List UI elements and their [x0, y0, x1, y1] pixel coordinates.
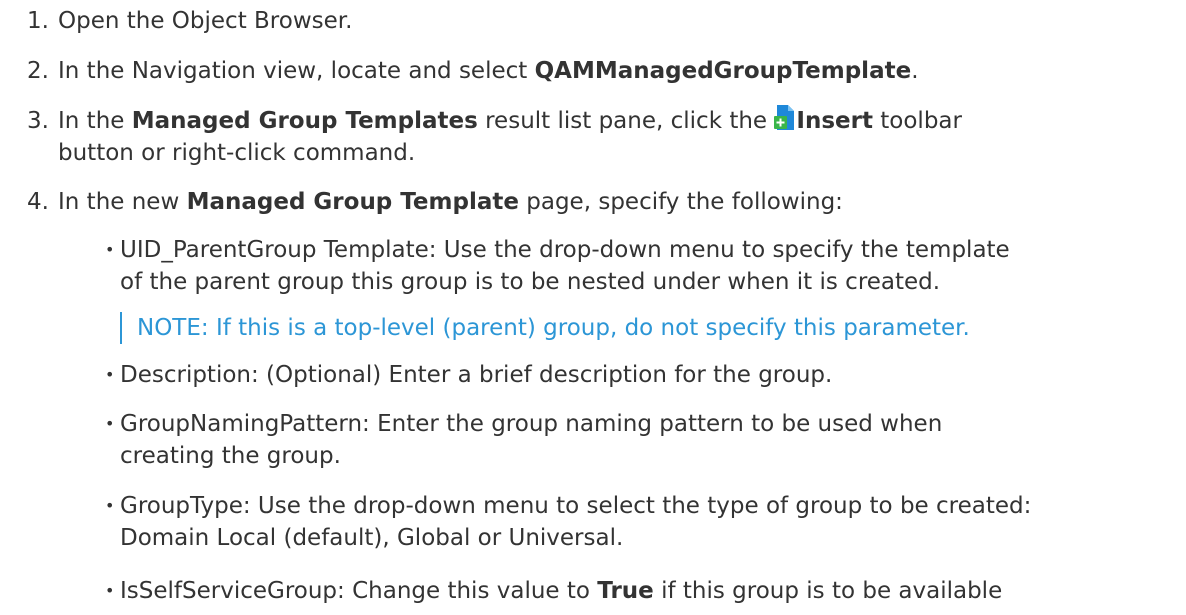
list-item-text: GroupType: Use the drop-down menu to sel… — [120, 493, 1032, 519]
note-text: If this is a top-level (parent) group, d… — [208, 315, 970, 341]
bullet-icon: • — [105, 496, 115, 515]
step-text: In the — [58, 108, 132, 134]
step-text: . — [911, 58, 919, 84]
list-item: • Description: (Optional) Enter a brief d… — [105, 359, 1175, 391]
note-callout: NOTE: If this is a top-level (parent) gr… — [120, 312, 970, 344]
list-item-text-continued: of the parent group this group is to be … — [120, 269, 941, 295]
step-number: 3. — [27, 108, 49, 134]
step-number: 1. — [27, 8, 49, 34]
step-number: 2. — [27, 58, 49, 84]
step-text: toolbar — [872, 108, 962, 134]
step-text: In the Navigation view, locate and selec… — [58, 58, 535, 84]
insert-icon — [774, 104, 795, 131]
list-item: • GroupType: Use the drop-down menu to se… — [105, 490, 1175, 554]
bullet-icon: • — [105, 365, 115, 384]
step-text: Open the Object Browser. — [58, 8, 353, 34]
pane-name-bold: Managed Group Templates — [131, 108, 478, 134]
list-item-text-continued: Domain Local (default), Global or Univer… — [120, 525, 624, 551]
step-text: page, specify the following: — [518, 189, 843, 215]
list-item: • IsSelfServiceGroup: Change this value t… — [105, 575, 1175, 607]
step-1: 1. Open the Object Browser. — [27, 5, 1167, 37]
bullet-icon: • — [105, 581, 115, 600]
list-item-text: GroupNamingPattern: Enter the group nami… — [120, 411, 943, 437]
list-item: • GroupNamingPattern: Enter the group nam… — [105, 408, 1175, 472]
bullet-icon: • — [105, 414, 115, 433]
bullet-icon: • — [105, 240, 115, 259]
page-name-bold: Managed Group Template — [186, 189, 519, 215]
list-item-text: Description: (Optional) Enter a brief de… — [120, 362, 833, 388]
step-4: 4. In the new Managed Group Template page… — [27, 186, 1167, 218]
insert-label-bold: Insert — [796, 108, 873, 134]
list-item-text-continued: creating the group. — [120, 443, 341, 469]
step-2: 2. In the Navigation view, locate and sel… — [27, 55, 1167, 87]
step-text: result list pane, click the — [477, 108, 775, 134]
document-page: 1. Open the Object Browser. 2. In the Navi… — [0, 0, 1186, 615]
note-label: NOTE: — [137, 315, 209, 341]
list-item-text: IsSelfServiceGroup: Change this value to — [120, 578, 598, 604]
list-item-text: if this group is to be available — [653, 578, 1003, 604]
step-number: 4. — [27, 189, 49, 215]
object-name-bold: QAMManagedGroupTemplate — [534, 58, 912, 84]
step-text: In the new — [58, 189, 187, 215]
list-item: • UID_ParentGroup Template: Use the drop-… — [105, 234, 1175, 298]
step-text-continued: button or right-click command. — [58, 140, 416, 166]
value-bold: True — [597, 578, 654, 604]
list-item-text: UID_ParentGroup Template: Use the drop-d… — [120, 237, 1010, 263]
step-3: 3. In the Managed Group Templates result … — [27, 104, 1167, 169]
